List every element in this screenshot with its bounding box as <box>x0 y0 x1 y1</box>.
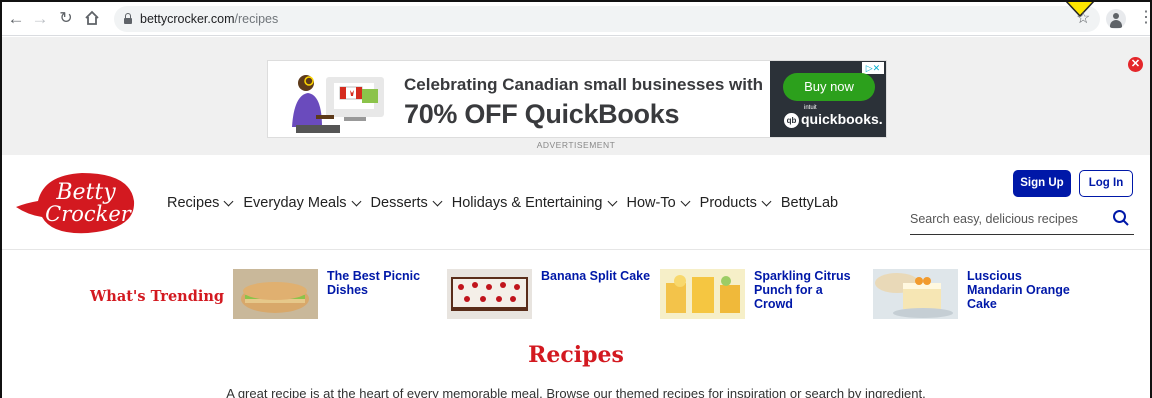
ad-buy-now-button[interactable]: Buy now <box>783 73 875 101</box>
qb-icon: qb <box>784 112 799 128</box>
url-path: /recipes <box>234 12 279 26</box>
ad-illustration <box>292 75 384 133</box>
chevron-down-icon <box>761 196 772 206</box>
nav-everyday-meals[interactable]: Everyday Meals <box>243 195 361 211</box>
site-header: Betty Crocker Recipes Everyday Meals Des… <box>2 155 1150 250</box>
reload-icon[interactable]: ↻ <box>56 9 76 29</box>
nav-recipes[interactable]: Recipes <box>167 195 234 211</box>
ad-headline: Celebrating Canadian small businesses wi… <box>404 75 763 94</box>
home-icon[interactable] <box>82 9 102 29</box>
menu-kebab-icon[interactable]: ⋮ <box>1138 8 1150 28</box>
nav-holidays-entertaining[interactable]: Holidays & Entertaining <box>451 195 617 211</box>
chevron-down-icon <box>432 196 443 206</box>
nav-label: BettyLab <box>780 195 839 211</box>
chevron-down-icon <box>607 196 617 206</box>
trending-item-title[interactable]: Sparkling Citrus Punch for a Crowd <box>754 269 864 311</box>
banana-split-cake-thumbnail[interactable] <box>447 269 532 319</box>
browser-toolbar: ← → ↻ bettycrocker.com/recipes ☆ ⋮ <box>2 2 1150 36</box>
nav-desserts[interactable]: Desserts <box>370 195 443 211</box>
intuit-label: intuit <box>804 105 817 111</box>
ad-cta-panel: ▷✕ Buy now qb intuit quickbooks. <box>770 61 886 137</box>
nav-products[interactable]: Products <box>699 195 772 211</box>
svg-text:Crocker: Crocker <box>45 202 133 226</box>
nav-how-to[interactable]: How-To <box>626 195 691 211</box>
search-input[interactable]: Search easy, delicious recipes <box>910 212 1078 226</box>
advertisement-label: ADVERTISEMENT <box>536 140 616 150</box>
log-in-button[interactable]: Log In <box>1079 170 1133 197</box>
url-host: bettycrocker.com <box>140 12 235 26</box>
lock-icon[interactable] <box>124 13 132 24</box>
address-bar[interactable]: bettycrocker.com/recipes <box>114 6 1100 32</box>
trending-item-title[interactable]: Luscious Mandarin Orange Cake <box>967 269 1077 311</box>
back-icon[interactable]: ← <box>6 9 26 29</box>
nav-label: Recipes <box>167 195 220 211</box>
trending-item-title[interactable]: Banana Split Cake <box>541 269 651 283</box>
citrus-punch-thumbnail[interactable] <box>660 269 745 319</box>
chevron-down-icon <box>680 196 691 206</box>
profile-icon[interactable] <box>1106 9 1126 29</box>
search-icon[interactable] <box>1112 209 1130 227</box>
adchoices-icon[interactable]: ▷✕ <box>862 62 884 74</box>
url-text[interactable]: bettycrocker.com/recipes <box>140 12 278 26</box>
forward-icon[interactable]: → <box>30 9 50 29</box>
close-icon[interactable]: ✕ <box>1128 57 1143 72</box>
nav-label: Holidays & Entertaining <box>451 195 603 211</box>
chevron-down-icon <box>223 196 234 206</box>
chevron-down-icon <box>351 196 361 206</box>
nav-label: Everyday Meals <box>243 195 347 211</box>
main-nav: Recipes Everyday Meals Desserts Holidays… <box>167 195 849 211</box>
nav-label: Products <box>699 195 757 211</box>
picnic-sandwich-thumbnail[interactable] <box>233 269 318 319</box>
ad-region: ✕ Celebrating Canadian small businesses … <box>2 37 1150 155</box>
ad-offer: 70% OFF QuickBooks <box>404 99 680 129</box>
trending-item-title[interactable]: The Best Picnic Dishes <box>327 269 437 297</box>
page-title: Recipes <box>528 342 624 368</box>
bookmark-star-icon[interactable]: ☆ <box>1076 8 1090 28</box>
trending-heading: What's Trending <box>90 288 225 305</box>
whats-trending-section: What's Trending The Best Picnic Dishes B… <box>2 251 1150 329</box>
sign-up-button[interactable]: Sign Up <box>1013 170 1071 197</box>
nav-label: Desserts <box>370 195 428 211</box>
mandarin-orange-cake-thumbnail[interactable] <box>873 269 958 319</box>
ad-banner[interactable]: Celebrating Canadian small businesses wi… <box>267 60 887 138</box>
search-bar[interactable]: Search easy, delicious recipes <box>910 205 1134 235</box>
nav-label: How-To <box>626 195 676 211</box>
browser-window: ← → ↻ bettycrocker.com/recipes ☆ ⋮ ✕ <box>0 0 1152 398</box>
quickbooks-wordmark: quickbooks. <box>801 111 883 127</box>
page-description: A great recipe is at the heart of every … <box>226 386 926 398</box>
betty-crocker-logo[interactable]: Betty Crocker <box>12 167 138 237</box>
quickbooks-logo: qb intuit quickbooks. <box>784 105 883 128</box>
nav-bettylab[interactable]: BettyLab <box>781 195 838 211</box>
